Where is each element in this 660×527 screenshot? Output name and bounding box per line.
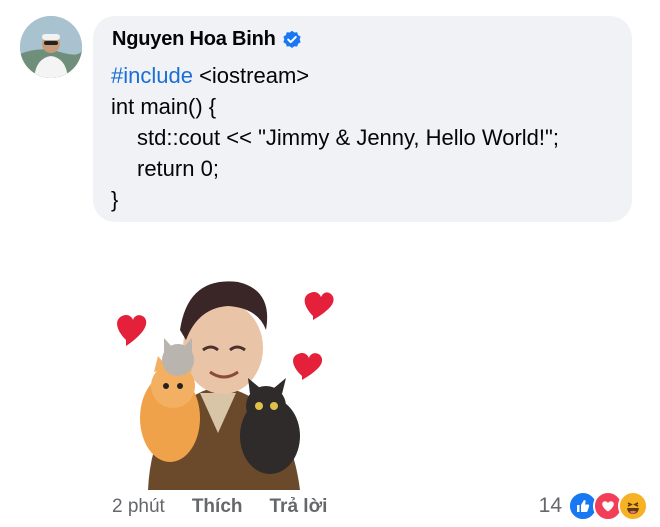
comment-actions: 2 phút Thích Trả lời [112, 496, 327, 518]
comment-text: #include <iostream> int main() { std::co… [111, 60, 559, 215]
reply-button[interactable]: Trả lời [270, 496, 328, 518]
code-line-main: int main() { [111, 94, 217, 119]
code-line-return: return 0; [137, 156, 219, 181]
code-text: <iostream> [192, 63, 310, 88]
heart-icon [117, 314, 147, 346]
author-name[interactable]: Nguyen Hoa Binh [112, 28, 276, 51]
haha-reaction-icon [618, 491, 648, 521]
code-line-close: } [111, 187, 119, 212]
like-button[interactable]: Thích [192, 496, 243, 518]
verified-badge-icon [283, 30, 301, 48]
avatar-sticker[interactable] [108, 268, 338, 490]
heart-icon [304, 291, 334, 320]
comment-timestamp[interactable]: 2 phút [112, 496, 165, 518]
code-line-cout: std::cout << "Jimmy & Jenny, Hello World… [137, 125, 559, 150]
heart-icon [293, 352, 323, 380]
comment-author[interactable]: Nguyen Hoa Binh [112, 28, 302, 51]
code-line-include: #include <iostream> [111, 60, 559, 91]
reaction-summary[interactable]: 14 [539, 491, 648, 521]
reaction-count: 14 [538, 494, 562, 517]
hashtag-link[interactable]: #include [111, 63, 193, 88]
author-avatar[interactable] [20, 16, 82, 78]
